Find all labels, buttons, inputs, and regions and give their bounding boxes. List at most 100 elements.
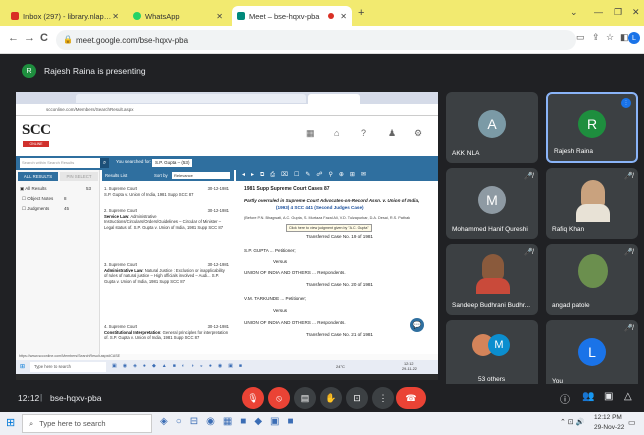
lock-icon: 🔒 [63, 35, 73, 44]
search-icon: ⌕ [29, 418, 34, 428]
close-window-icon[interactable]: ✕ [632, 7, 640, 18]
system-tray-icons[interactable]: ⌃ ⊡ 🔊 [560, 418, 584, 426]
whatsapp-icon [133, 12, 141, 20]
result-item[interactable]: 4. Supreme Court 30-12-1981 Constitution… [104, 324, 229, 341]
separator: | [40, 392, 43, 402]
doc-respondent-2: UNION OF INDIA AND OTHERS ... Respondent… [244, 320, 346, 325]
close-tab-icon[interactable]: ✕ [112, 12, 119, 21]
captions-icon: ▤ [300, 392, 310, 403]
others-tile[interactable]: M 53 others [446, 320, 538, 391]
close-tab-icon[interactable]: ✕ [340, 12, 347, 21]
user-icon[interactable]: ♟ [388, 128, 396, 139]
shared-browser-tabs [16, 92, 438, 104]
doc-versus-1: Versus [273, 259, 288, 264]
close-tab-icon[interactable]: ✕ [216, 12, 223, 21]
leave-call-button[interactable]: ☎ [396, 387, 426, 409]
windows-start-icon[interactable]: ⊞ [6, 416, 15, 429]
sort-select[interactable]: Relevance [172, 172, 230, 179]
chat-icon[interactable]: ▣ [604, 391, 613, 402]
chat-bubble-icon[interactable]: 💬 [410, 318, 424, 332]
shared-taskbar-apps: ▣◉◈●◆▲■◐◑◒●◉▣■ [112, 363, 248, 369]
camera-toggle-button[interactable]: ⦸ [268, 387, 290, 409]
library-icon[interactable]: ⌂ [334, 128, 339, 138]
tab-search-icon[interactable]: ⌄ [570, 7, 578, 18]
doc-versus-2: Versus [273, 308, 288, 313]
shared-screen: scconline.com/Members/SearchResult.aspx … [16, 92, 438, 380]
mic-toggle-button[interactable]: 🎙 [242, 387, 264, 409]
results-list-label: Results List [105, 173, 128, 178]
scc-logo-sub: ONLINE [23, 141, 49, 147]
taskbar-search-input[interactable]: ⌕ Type here to search [22, 414, 152, 433]
maximize-icon[interactable]: ❐ [614, 7, 622, 18]
participant-tile[interactable]: M 🎤̸ Mohammed Hanif Qureshi [446, 168, 538, 239]
people-icon[interactable]: 👥 [582, 391, 594, 402]
grid-icon[interactable]: ▦ [306, 128, 315, 139]
address-bar-row: ← → C 🔒 meet.google.com/bse-hqxv-pba ▭ ⇪… [0, 26, 644, 54]
participant-name: Rajesh Raina [554, 148, 594, 155]
participant-name: Mohammed Hanif Qureshi [452, 226, 528, 233]
bookmark-star-icon[interactable]: ☆ [606, 32, 614, 43]
tab-whatsapp[interactable]: WhatsApp ✕ [128, 6, 228, 26]
participant-tile[interactable]: 🎤̸ Rafiq Khan [546, 168, 638, 239]
presenting-text: Rajesh Raina is presenting [44, 66, 146, 76]
more-options-button[interactable]: ⋮ [372, 387, 394, 409]
notifications-icon[interactable]: ▭ [628, 418, 636, 427]
back-button[interactable]: ← [8, 32, 19, 44]
new-tab-button[interactable]: + [358, 7, 364, 19]
search-icon[interactable]: ⌕ [100, 158, 109, 168]
present-button[interactable]: ⊡ [346, 387, 368, 409]
hand-icon: ✋ [325, 392, 337, 403]
reload-button[interactable]: C [40, 32, 48, 44]
doc-overruled-link[interactable]: (1993) 4 SCC 441 (Second Judges Case) [276, 205, 364, 211]
searched-for-chip[interactable]: S.P. Gupta – (53) [152, 159, 193, 167]
searched-for-label: You searched for: [116, 159, 152, 164]
tab-gmail[interactable]: Inbox (297) - library.nlapune@gmail... ✕ [6, 6, 124, 26]
participant-tile[interactable]: 🎤̸ angad patole [546, 244, 638, 315]
filter-object-notes[interactable]: ☐ Object Notes [22, 196, 53, 202]
mic-off-icon: 🎤̸ [524, 173, 533, 180]
participant-tile[interactable]: 🎤̸ Sandeep Budhrani Budhr... [446, 244, 538, 315]
participant-avatar: A [478, 109, 506, 138]
meeting-code: bse-hqxv-pba [50, 393, 102, 403]
help-icon[interactable]: ? [361, 128, 366, 138]
filter-judgments[interactable]: ☐ Judgments [22, 206, 49, 212]
pin-select-tab[interactable]: PIN SELECT [60, 172, 98, 181]
mic-off-icon: 🎤̸ [624, 325, 633, 332]
activities-icon[interactable]: △ [624, 391, 632, 402]
tab-meet[interactable]: Meet – bse-hqxv-pba ✕ [232, 6, 352, 26]
presenting-banner: R Rajesh Raina is presenting [22, 64, 146, 78]
participant-name: AKK NLA [452, 150, 480, 157]
result-item[interactable]: 3. Supreme Court 30-12-1981 Administrati… [104, 262, 229, 284]
filter-all[interactable]: ▣ All Results [20, 186, 47, 192]
all-results-tab[interactable]: ALL RESULTS [18, 172, 58, 181]
mic-off-icon: 🎤̸ [624, 249, 633, 256]
participant-name: Rafiq Khan [552, 226, 585, 233]
omnibox[interactable]: 🔒 meet.google.com/bse-hqxv-pba [56, 30, 576, 50]
meet-stage: R Rajesh Raina is presenting scconline.c… [0, 54, 644, 391]
filter-count: 45 [64, 206, 70, 211]
participant-tile[interactable]: A AKK NLA [446, 92, 538, 163]
participant-tile-active[interactable]: R ⋮ Rajesh Raina [546, 92, 638, 163]
search-within-input[interactable]: Search within Search Results [20, 158, 100, 168]
doc-party-1: S.P. GUPTA ... Petitioner; [244, 248, 296, 253]
settings-icon[interactable]: ⚙ [414, 128, 422, 139]
result-item[interactable]: 1. Supreme Court 30-12-1981 S.P. Gupta v… [104, 186, 229, 197]
self-tile[interactable]: L 🎤̸ You [546, 320, 638, 391]
gmail-icon [11, 12, 19, 20]
minimize-icon[interactable]: — [594, 7, 603, 17]
mic-off-icon: 🎙 [247, 392, 259, 403]
info-icon[interactable]: ⓘ [560, 391, 570, 406]
share-icon[interactable]: ⇪ [592, 32, 600, 43]
tab-title: WhatsApp [145, 11, 180, 21]
cast-icon[interactable]: ▭ [576, 32, 585, 43]
taskbar-pinned-apps[interactable]: ◈○⊟◉▦■◆▣■ [160, 416, 302, 427]
participant-name: Sandeep Budhrani Budhr... [452, 302, 531, 309]
raise-hand-button[interactable]: ✋ [320, 387, 342, 409]
doc-transferred-1: Transferred Case No. 19 of 1981 [306, 234, 373, 239]
result-item[interactable]: 2. Supreme Court 30-12-1981 Service Law:… [104, 208, 229, 230]
profile-avatar[interactable]: L [628, 32, 640, 44]
more-vert-icon: ⋮ [378, 392, 388, 403]
forward-button[interactable]: → [24, 32, 35, 44]
doc-party-2: V.M. TARKUNDE ... Petitioner; [244, 296, 307, 301]
captions-button[interactable]: ▤ [294, 387, 316, 409]
